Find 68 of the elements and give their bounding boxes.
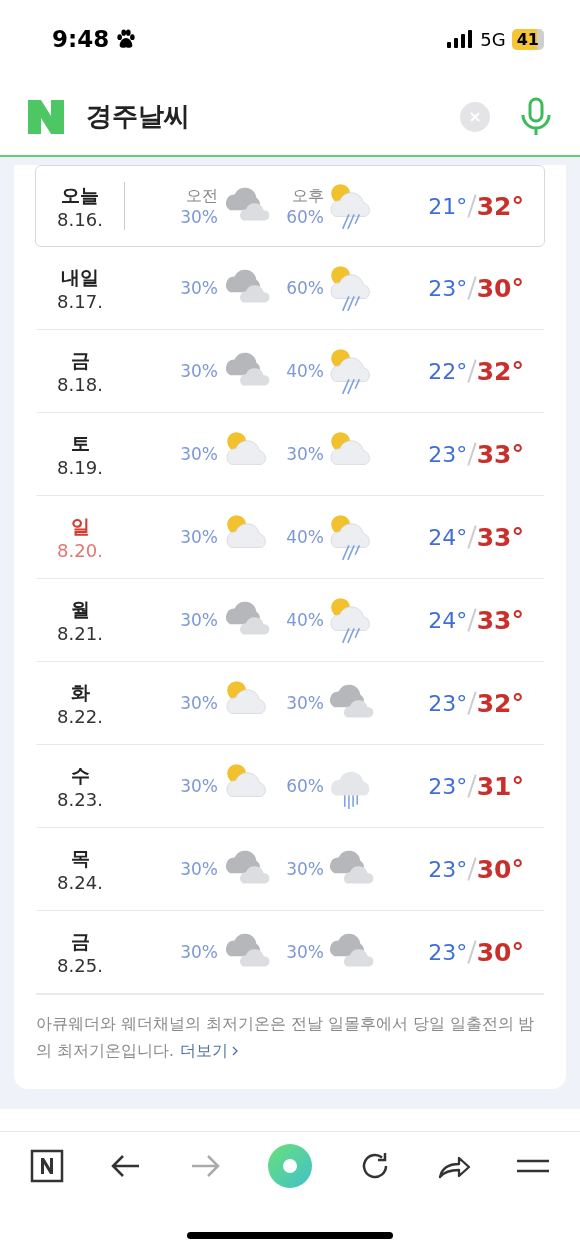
date-label: 8.18. — [57, 373, 103, 395]
rain-chance: 30% — [286, 859, 324, 879]
rain-chance: 40% — [286, 361, 324, 381]
rain-chance: 30% — [180, 278, 218, 298]
date-label: 8.20. — [57, 539, 103, 561]
day-name: 토 — [70, 430, 90, 456]
rain-chance: 60% — [286, 206, 324, 227]
low-temperature: 24° — [428, 607, 468, 633]
low-temperature: 23° — [428, 856, 468, 882]
rain-chance: 30% — [286, 444, 324, 464]
high-temperature: 32° — [476, 356, 524, 386]
rain-chance: 60% — [286, 776, 324, 796]
search-query[interactable]: 경주날씨 — [86, 99, 190, 134]
date-label: 8.23. — [57, 788, 103, 810]
low-temperature: 22° — [428, 358, 468, 384]
high-temperature: 33° — [476, 522, 524, 552]
rain-chance: 30% — [180, 942, 218, 962]
low-temperature: 23° — [428, 939, 468, 965]
low-temperature: 23° — [428, 773, 468, 799]
high-temperature: 32° — [476, 191, 524, 221]
date-label: 8.22. — [57, 705, 103, 727]
afternoon-label: 오후 — [292, 185, 324, 207]
low-temperature: 23° — [428, 690, 468, 716]
rain-chance: 40% — [286, 527, 324, 547]
high-temperature: 33° — [476, 605, 524, 635]
high-temperature: 32° — [476, 688, 524, 718]
date-label: 8.24. — [57, 871, 103, 893]
low-temperature: 23° — [428, 275, 468, 301]
rain-chance: 30% — [180, 444, 218, 464]
day-name: 화 — [70, 679, 90, 705]
date-label: 8.19. — [57, 456, 103, 478]
date-label: 8.17. — [57, 290, 103, 312]
high-temperature: 33° — [476, 439, 524, 469]
selected-day-row[interactable]: 오늘 8.16. 오전 30% 오후 60% 21° 32° — [35, 165, 545, 247]
note-text: 아큐웨더와 웨더채널의 최저기온은 전날 일몰후에서 당일 일출전의 밤의 최저기온입니다. 더보기 — [36, 994, 544, 1065]
date-label: 8.25. — [57, 954, 103, 976]
status-time: 9:48 — [52, 26, 110, 52]
day-name: 목 — [70, 845, 90, 871]
low-temperature: 21° — [428, 193, 468, 219]
rain-chance: 30% — [180, 361, 218, 381]
morning-label: 오전 — [186, 185, 218, 207]
more-link[interactable]: 더보기 — [179, 1042, 228, 1060]
rain-chance: 30% — [286, 693, 324, 713]
low-temperature: 23° — [428, 441, 468, 467]
date-label: 8.16. — [57, 208, 103, 230]
day-name: 오늘 — [61, 182, 99, 208]
rain-chance: 60% — [286, 278, 324, 298]
day-name: 금 — [70, 928, 90, 954]
day-name: 일 — [70, 513, 90, 539]
date-label: 8.21. — [57, 622, 103, 644]
network-label: 5G — [480, 28, 506, 50]
day-name: 금 — [70, 347, 90, 373]
high-temperature: 31° — [476, 771, 524, 801]
high-temperature: 30° — [476, 854, 524, 884]
rain-chance: 30% — [180, 776, 218, 796]
high-temperature: 30° — [476, 273, 524, 303]
high-temperature: 30° — [476, 937, 524, 967]
rain-chance: 40% — [286, 610, 324, 630]
rain-chance: 30% — [180, 206, 218, 227]
rain-chance: 30% — [180, 693, 218, 713]
rain-chance: 30% — [180, 859, 218, 879]
low-temperature: 24° — [428, 524, 468, 550]
day-name: 월 — [70, 596, 90, 622]
rain-chance: 30% — [180, 527, 218, 547]
day-name: 내일 — [61, 264, 99, 290]
rain-chance: 30% — [180, 610, 218, 630]
day-name: 수 — [70, 762, 90, 788]
rain-chance: 30% — [286, 942, 324, 962]
